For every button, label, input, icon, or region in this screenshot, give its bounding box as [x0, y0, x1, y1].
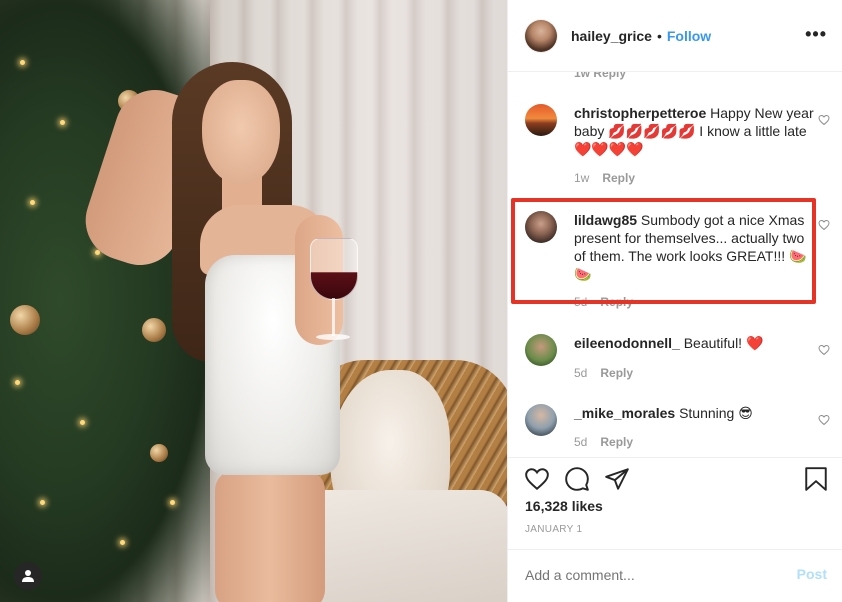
comment-username[interactable]: _mike_morales — [574, 405, 675, 421]
add-comment-input[interactable] — [525, 567, 775, 583]
comment-item: _mike_morales Stunning 😎 5d Reply — [525, 404, 830, 454]
comment-item: eileenodonnell_ Beautiful! ❤️ 5d Reply — [525, 334, 830, 384]
comment-text: Beautiful! ❤️ — [683, 335, 764, 351]
separator-dot: • — [656, 27, 662, 44]
person-legs — [215, 470, 325, 602]
tree-light — [20, 60, 25, 65]
tree-light — [170, 500, 175, 505]
share-paper-plane-icon[interactable] — [604, 466, 630, 492]
post-actions: 16,328 likes JANUARY 1 Post — [508, 457, 842, 602]
comment-meta: 1w Reply — [574, 72, 627, 80]
avatar[interactable] — [525, 334, 557, 366]
like-comment-heart-icon[interactable] — [818, 114, 830, 126]
comment-time[interactable]: 5d — [574, 366, 587, 380]
ornament — [142, 318, 166, 342]
wine-glass-base — [316, 334, 350, 340]
wine-glass — [310, 238, 358, 300]
more-options-icon[interactable]: ••• — [805, 25, 827, 43]
user-icon — [22, 570, 34, 582]
like-comment-heart-icon[interactable] — [818, 344, 830, 356]
post-photo[interactable] — [0, 0, 507, 602]
person-face — [202, 80, 280, 185]
tree-light — [15, 380, 20, 385]
tree-light — [30, 200, 35, 205]
comment-meta: 5d Reply — [574, 366, 633, 380]
reply-button[interactable]: Reply — [600, 435, 633, 449]
ornament — [10, 305, 40, 335]
reply-button[interactable]: Reply — [602, 171, 635, 185]
reply-button[interactable]: Reply — [600, 295, 633, 309]
comment-body: lildawg85 Sumbody got a nice Xmas presen… — [574, 211, 814, 283]
tagged-users-button[interactable] — [14, 562, 42, 590]
comment-username[interactable]: eileenodonnell_ — [574, 335, 680, 351]
avatar[interactable] — [525, 404, 557, 436]
comment-meta: 5d Reply — [574, 435, 633, 449]
comments-list[interactable]: 1w Reply christopherpetteroe Happy New y… — [508, 72, 842, 457]
likes-count[interactable]: 16,328 likes — [525, 498, 603, 514]
bookmark-icon[interactable] — [804, 466, 828, 492]
like-comment-heart-icon[interactable] — [818, 219, 830, 231]
comment-meta: 1w Reply — [574, 171, 635, 185]
comment-time[interactable]: 5d — [574, 295, 587, 309]
post-author-username[interactable]: hailey_grice — [571, 28, 652, 44]
tree-light — [40, 500, 45, 505]
reply-button[interactable]: Reply — [600, 366, 633, 380]
ornament — [150, 444, 168, 462]
comment-time[interactable]: 1w — [574, 171, 589, 185]
post-date[interactable]: JANUARY 1 — [525, 524, 582, 535]
comment-bubble-icon[interactable] — [564, 466, 590, 492]
comment-text: Stunning 😎 — [679, 405, 753, 421]
post-header: hailey_grice • Follow ••• — [508, 0, 842, 72]
comment-item: lildawg85 Sumbody got a nice Xmas presen… — [525, 211, 830, 309]
like-heart-icon[interactable] — [524, 466, 550, 492]
comment-body: _mike_morales Stunning 😎 — [574, 404, 814, 422]
comment-time[interactable]: 5d — [574, 435, 587, 449]
comment-username[interactable]: christopherpetteroe — [574, 105, 706, 121]
follow-button[interactable]: Follow — [667, 28, 711, 44]
post-side-panel: hailey_grice • Follow ••• 1w Reply chris… — [507, 0, 842, 602]
add-comment-bar: Post — [508, 549, 842, 602]
tree-light — [60, 120, 65, 125]
avatar[interactable] — [525, 19, 557, 52]
comment-body: christopherpetteroe Happy New year baby … — [574, 104, 814, 158]
comment-meta: 5d Reply — [574, 295, 633, 309]
post-comment-button[interactable]: Post — [797, 566, 827, 582]
wine-glass-stem — [332, 298, 335, 336]
tree-light — [80, 420, 85, 425]
like-comment-heart-icon[interactable] — [818, 414, 830, 426]
comment-username[interactable]: lildawg85 — [574, 212, 637, 228]
comment-body: eileenodonnell_ Beautiful! ❤️ — [574, 334, 814, 352]
avatar[interactable] — [525, 211, 557, 243]
avatar[interactable] — [525, 104, 557, 136]
tree-light — [120, 540, 125, 545]
comment-item: christopherpetteroe Happy New year baby … — [525, 104, 830, 192]
